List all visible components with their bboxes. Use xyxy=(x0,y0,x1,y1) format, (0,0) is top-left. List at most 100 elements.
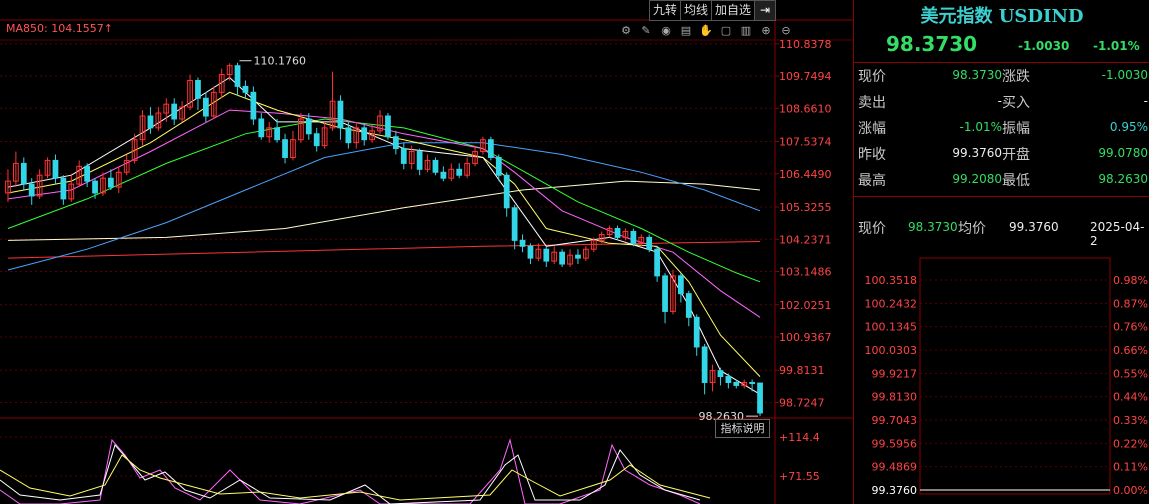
candle-body xyxy=(60,177,67,200)
candle xyxy=(654,246,660,282)
candle-body xyxy=(234,65,241,87)
candle xyxy=(44,157,51,179)
candle xyxy=(393,130,399,155)
mini-pct-tick: 0.44% xyxy=(1113,391,1148,404)
mini-price-tick: 100.1345 xyxy=(865,321,918,334)
quote-label: 卖出 xyxy=(858,95,886,111)
mini-price-tick: 99.8130 xyxy=(872,391,918,404)
indicator-line-1 xyxy=(0,438,701,504)
candle xyxy=(583,246,589,262)
mini-pct-tick: 0.11% xyxy=(1113,461,1148,474)
candle xyxy=(305,113,312,140)
price-change-pct: -1.01% xyxy=(1093,39,1140,53)
candle-body xyxy=(313,133,320,147)
gear-icon[interactable]: ⚙ xyxy=(618,24,634,37)
quote-value: -1.0030 xyxy=(1101,68,1148,82)
candle xyxy=(440,166,447,182)
candle-body xyxy=(361,127,368,141)
intraday-info: 现价 98.3730 均价 99.3760 2025-04-2 xyxy=(854,218,1149,248)
quote-value: -1.01% xyxy=(959,120,1002,134)
quote-label: 涨幅 xyxy=(858,121,886,137)
candle xyxy=(258,113,265,140)
divider xyxy=(854,62,1149,63)
quote-label: 最低 xyxy=(1002,173,1030,189)
ma10-line xyxy=(7,91,761,377)
candle-body xyxy=(432,159,439,173)
mini-pct-tick: 0.00% xyxy=(1113,484,1148,497)
candle xyxy=(13,151,19,188)
candle-body xyxy=(733,381,740,386)
mini-pct-tick: 0.98% xyxy=(1113,274,1148,287)
candle xyxy=(60,175,67,205)
candle-body xyxy=(575,254,581,259)
zoom-out-icon[interactable]: ⊖ xyxy=(778,24,794,37)
y-tick-label: 110.8378 xyxy=(779,38,832,51)
indicator-info-button[interactable]: 指标说明 xyxy=(715,419,770,438)
candle xyxy=(282,133,288,164)
candle xyxy=(20,157,27,191)
candle-body xyxy=(92,180,98,194)
candle-body xyxy=(305,118,312,135)
date-value: 2025-04-2 xyxy=(1090,220,1145,248)
y-tick-label: 107.5374 xyxy=(779,136,832,149)
quote-value: 99.2080 xyxy=(952,172,1002,186)
candle-body xyxy=(385,115,391,138)
candle-body xyxy=(614,228,621,238)
candle-body xyxy=(519,239,526,247)
candle-body xyxy=(147,115,154,129)
candle xyxy=(551,246,558,265)
quote-row: 最高 99.2080 最低 98.2630 xyxy=(854,170,1149,196)
candle xyxy=(622,228,629,241)
delete-icon[interactable]: ▥ xyxy=(738,24,754,37)
pen-icon[interactable]: ✎ xyxy=(638,24,654,37)
candle xyxy=(709,364,716,392)
candle-body xyxy=(757,382,763,414)
intraday-mini-chart[interactable]: 0.98% 0.87% 0.76% 0.66% 0.55% 0.44% 0.33% 0.22%… xyxy=(854,256,1149,504)
candle-body xyxy=(456,168,463,176)
candle xyxy=(488,136,494,161)
avg-line-button[interactable]: 均线 xyxy=(679,0,712,21)
lock-icon[interactable]: ▢ xyxy=(718,24,734,37)
candle xyxy=(448,163,455,182)
candle xyxy=(646,234,653,253)
candle-body xyxy=(171,103,178,120)
avg-value: 99.3760 xyxy=(1009,220,1059,234)
ma5-line xyxy=(7,76,761,395)
candle xyxy=(693,314,700,356)
candle xyxy=(685,290,692,327)
candle-body xyxy=(393,136,399,150)
hand-icon[interactable]: ✋ xyxy=(698,24,714,37)
zoom-in-icon[interactable]: ⊕ xyxy=(758,24,774,37)
mini-pct-tick: 0.87% xyxy=(1113,297,1148,310)
candle-body xyxy=(678,275,684,295)
candle-body xyxy=(20,162,27,185)
nine-turn-button[interactable]: 九转 xyxy=(648,0,681,21)
quote-panel: 美元指数 USDIND 98.3730 -1.0030 -1.01% 现价 98.… xyxy=(853,0,1149,504)
mini-pct-tick: 0.55% xyxy=(1113,367,1148,380)
add-watch-button[interactable]: 加自选 xyxy=(710,0,755,21)
candle-body xyxy=(559,251,565,265)
candle xyxy=(321,121,328,149)
y-tick-label: 106.4490 xyxy=(779,168,832,181)
main-chart[interactable]: 110.8378 109.7494 108.6610 107.5374 106.4490… xyxy=(0,0,853,504)
exit-icon[interactable]: ⇥ xyxy=(754,0,776,21)
candle xyxy=(503,172,510,217)
candle xyxy=(234,62,241,96)
candle xyxy=(195,77,201,111)
candle xyxy=(250,86,257,125)
trash-icon[interactable]: ▤ xyxy=(678,24,694,37)
candle-body xyxy=(337,100,344,129)
candle-body xyxy=(345,127,352,144)
candle-body xyxy=(282,139,288,158)
y-tick-label: 100.9367 xyxy=(779,331,832,344)
candle-body xyxy=(685,293,692,318)
eye-icon[interactable]: ◉ xyxy=(658,24,674,37)
y-tick-label: 103.1486 xyxy=(779,265,832,278)
quote-value: 0.95% xyxy=(1109,120,1148,134)
candle-body xyxy=(52,159,59,179)
candle xyxy=(361,124,368,146)
avg-label: 均价 xyxy=(958,221,986,237)
mini-price-tick: 99.4869 xyxy=(872,461,918,474)
candle xyxy=(432,157,439,176)
candle-body xyxy=(488,139,494,158)
